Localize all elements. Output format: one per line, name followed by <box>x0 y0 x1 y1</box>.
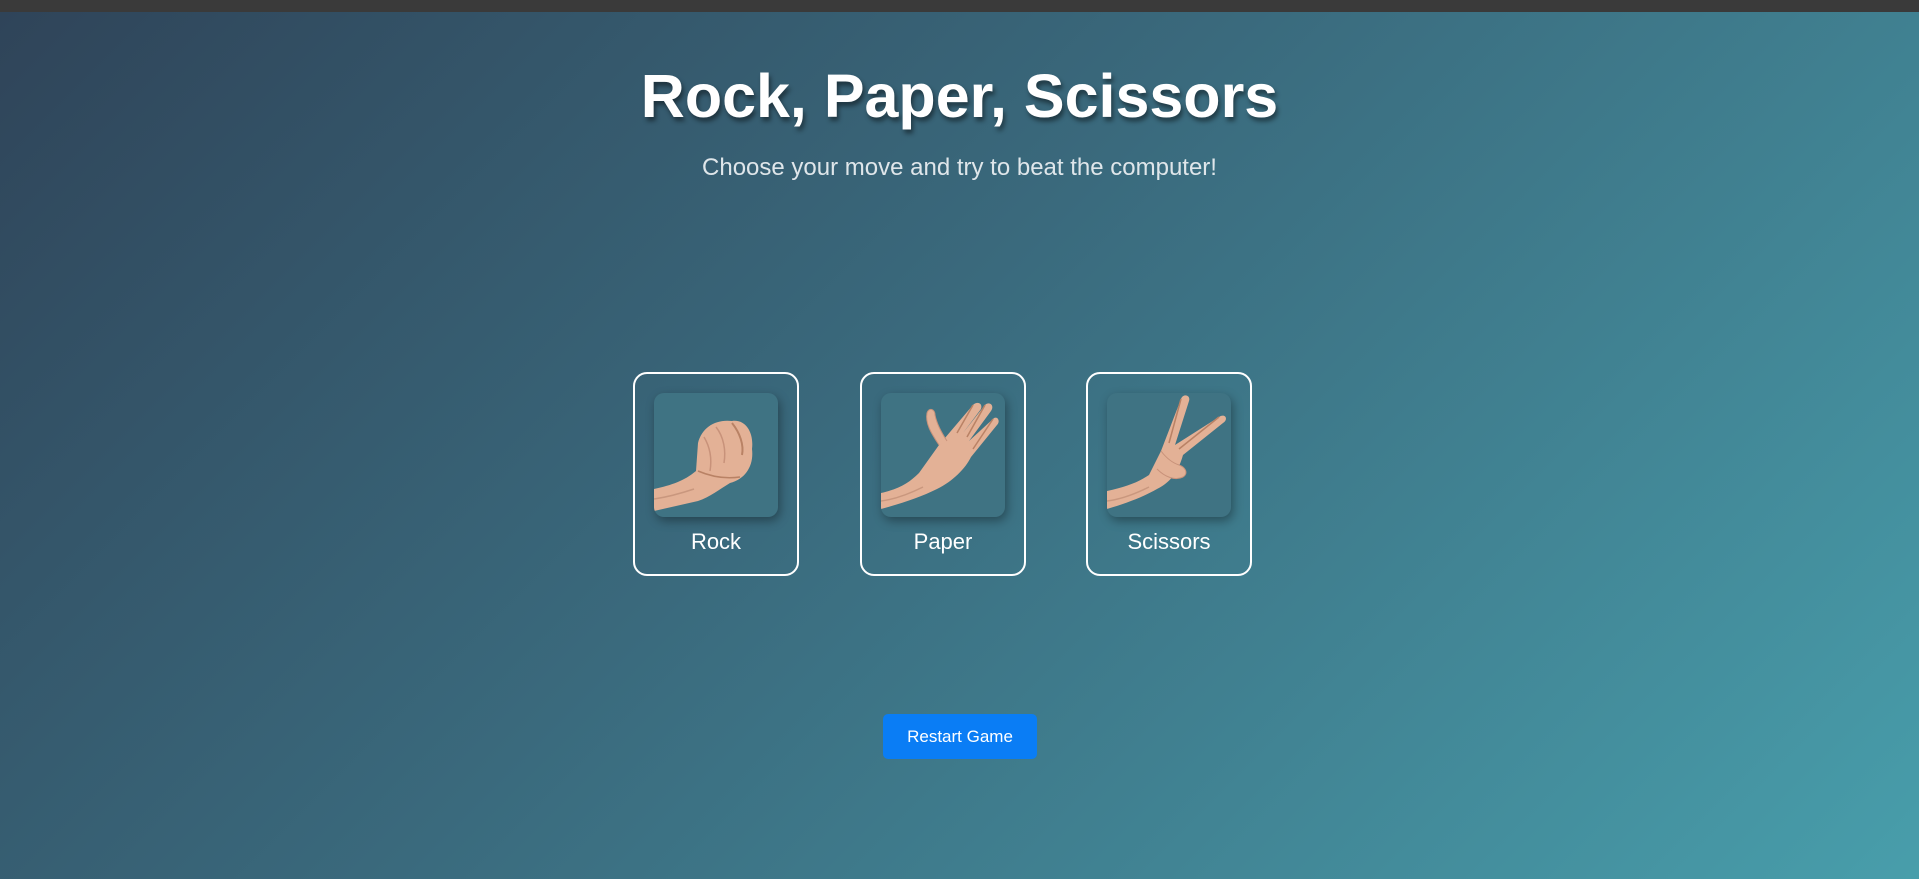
choice-list: Rock Paper Scissors <box>633 372 1253 576</box>
paper-choice-button[interactable]: Paper <box>860 372 1026 576</box>
game-screen: Rock, Paper, Scissors Choose your move a… <box>0 12 1919 879</box>
scissors-label: Scissors <box>1127 529 1211 554</box>
rock-choice-button[interactable]: Rock <box>633 372 799 576</box>
restart-game-button[interactable]: Restart Game <box>883 714 1037 759</box>
paper-label: Paper <box>913 529 973 554</box>
open-hand-icon <box>881 393 1005 517</box>
rock-label: Rock <box>690 529 742 554</box>
game-instructions: Choose your move and try to beat the com… <box>702 154 1217 181</box>
peace-sign-hand-icon <box>1107 393 1231 517</box>
scissors-choice-button[interactable]: Scissors <box>1086 372 1252 576</box>
fist-hand-icon <box>654 393 778 517</box>
page-title: Rock, Paper, Scissors <box>640 62 1279 130</box>
browser-top-bar <box>0 0 1919 12</box>
